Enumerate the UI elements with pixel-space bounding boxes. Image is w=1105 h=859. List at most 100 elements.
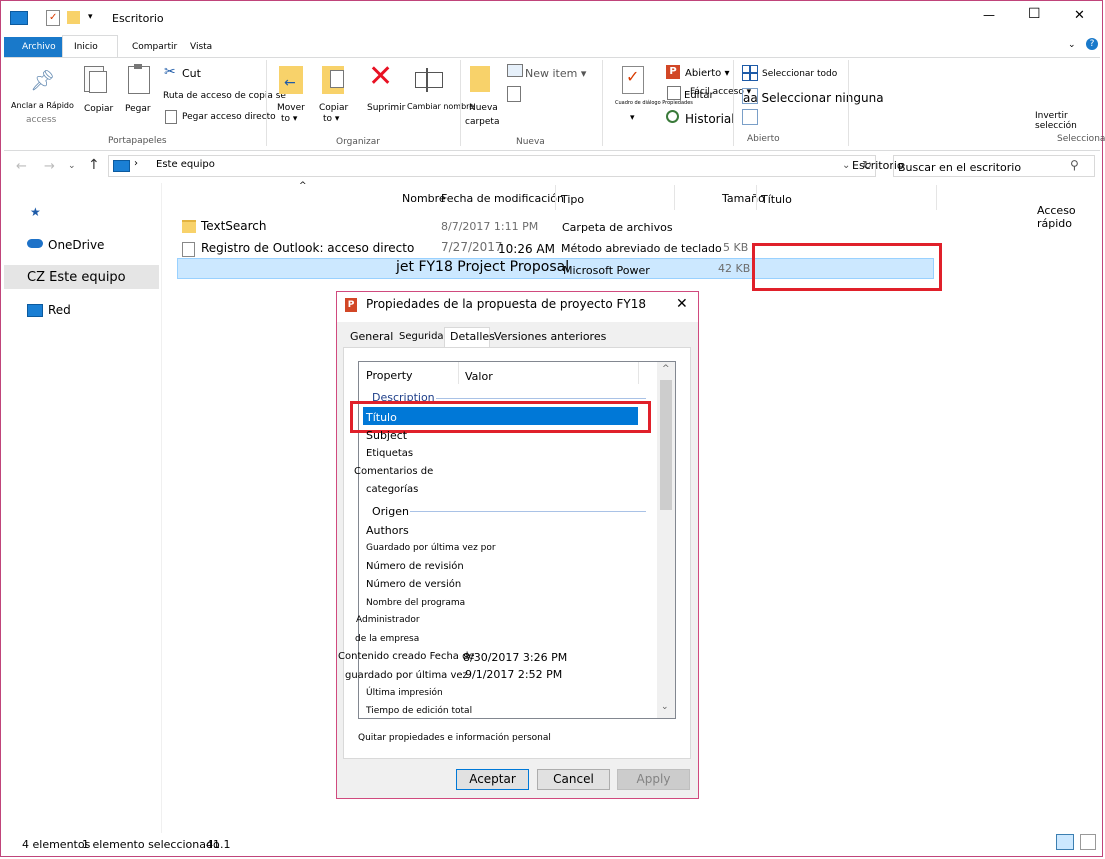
file-name[interactable]: TextSearch <box>201 219 267 233</box>
file-name[interactable]: jet FY18 Project Proposal <box>396 259 569 275</box>
property-name[interactable]: Etiquetas <box>366 448 413 459</box>
column-header-date[interactable]: Fecha de modificación <box>441 192 564 205</box>
properties-icon[interactable]: ✓ <box>622 66 644 94</box>
search-icon[interactable]: ⚲ <box>1070 158 1079 172</box>
dialog-close-button[interactable]: ✕ <box>676 296 688 312</box>
property-name[interactable]: Administrador <box>356 615 420 625</box>
pin-icon[interactable]: 📌︎ <box>30 68 55 92</box>
sidebar-item-network[interactable]: Red <box>48 303 71 317</box>
close-button[interactable]: ✕ <box>1074 8 1085 23</box>
invert-selection-icon[interactable] <box>742 109 758 125</box>
onedrive-icon[interactable] <box>27 239 43 248</box>
paste-shortcut-icon[interactable] <box>165 110 177 124</box>
sidebar-item-this-pc[interactable]: CZ Este equipo <box>27 270 126 285</box>
invert-selection-button[interactable]: Invertir selección <box>1035 111 1105 131</box>
copy-icon[interactable] <box>84 66 107 93</box>
delete-label[interactable]: Suprimir <box>367 103 405 113</box>
copy-to-icon[interactable] <box>322 66 344 94</box>
scroll-up-icon[interactable]: ^ <box>662 364 670 374</box>
cancel-button[interactable]: Cancel <box>537 769 610 790</box>
property-name[interactable]: Última impresión <box>366 688 443 698</box>
help-icon[interactable]: ? <box>1086 38 1098 50</box>
select-none-button[interactable]: aa Seleccionar ninguna <box>743 91 884 105</box>
open-button[interactable]: Abierto ▾ <box>685 68 729 79</box>
up-button[interactable]: ↑ <box>88 157 100 173</box>
column-header-type[interactable]: Tipo <box>561 193 584 206</box>
cut-button[interactable]: Cut <box>182 67 201 80</box>
new-item-button[interactable]: New item ▾ <box>525 67 586 80</box>
breadcrumb-path[interactable]: Este equipo <box>156 159 215 170</box>
property-name[interactable]: Número de revisión <box>366 561 464 572</box>
address-bar[interactable] <box>108 155 876 177</box>
search-input[interactable]: Buscar en el escritorio <box>898 161 1021 174</box>
property-name[interactable]: Guardado por última vez por <box>366 543 496 553</box>
recent-dropdown[interactable]: ⌄ <box>68 161 76 171</box>
copy-path-button[interactable]: Ruta de acceso de copia se <box>163 91 286 101</box>
property-name[interactable]: categorías <box>366 484 418 495</box>
sidebar-item-onedrive[interactable]: OneDrive <box>48 238 104 252</box>
select-all-button[interactable]: Seleccionar todo <box>762 69 837 79</box>
network-icon[interactable] <box>27 304 43 317</box>
history-button[interactable]: Historial <box>685 112 735 126</box>
large-icons-view-icon[interactable] <box>1080 834 1096 850</box>
property-name[interactable]: Comentarios de <box>354 466 433 477</box>
column-header-name[interactable]: Nombre <box>402 192 446 205</box>
quick-access-star-icon[interactable]: ★ <box>30 205 41 219</box>
select-all-icon[interactable] <box>742 65 758 81</box>
delete-icon[interactable]: ✕ <box>368 62 393 92</box>
quick-access-label[interactable]: Acceso rápido <box>1037 204 1105 230</box>
ok-button[interactable]: Aceptar <box>456 769 529 790</box>
pin-label[interactable]: Anclar a Rápido <box>11 101 74 110</box>
tab-general[interactable]: General <box>346 330 397 348</box>
cut-icon[interactable]: ✂ <box>164 64 176 80</box>
paste-shortcut-button[interactable]: Pegar acceso directo <box>182 112 276 122</box>
tab-compartir[interactable]: Compartir <box>132 42 177 52</box>
column-header-title[interactable]: Título <box>761 193 792 206</box>
powerpoint-icon[interactable]: P <box>666 65 680 79</box>
copy-to-label[interactable]: Copiar <box>319 103 348 113</box>
ribbon-collapse-icon[interactable]: ⌄ <box>1068 40 1076 50</box>
property-name[interactable]: Nombre del programa <box>366 598 465 608</box>
new-item-icon[interactable] <box>507 64 523 77</box>
address-dropdown-icon[interactable]: ⌄ <box>842 160 850 171</box>
move-to-icon[interactable]: ← <box>279 66 303 94</box>
property-name[interactable]: de la empresa <box>355 634 419 644</box>
property-name[interactable]: guardado por última vez <box>345 670 468 681</box>
property-name[interactable]: Authors <box>366 524 409 537</box>
properties-quick-icon[interactable]: ✓ <box>46 10 60 26</box>
easy-access-icon[interactable] <box>507 86 521 102</box>
history-icon[interactable] <box>666 110 679 123</box>
paste-button-label[interactable]: Pegar <box>125 104 151 114</box>
maximize-button[interactable]: ☐ <box>1028 6 1041 22</box>
scrollbar-thumb[interactable] <box>660 380 672 510</box>
customize-quick-icon[interactable]: ▾ <box>88 12 93 22</box>
breadcrumb-chevron-icon[interactable]: › <box>134 158 138 169</box>
column-header-property[interactable]: Property <box>366 369 413 382</box>
column-header-size[interactable]: Tamaño <box>722 192 765 205</box>
tab-vista[interactable]: Vista <box>190 42 212 52</box>
edit-icon[interactable] <box>667 86 681 100</box>
minimize-button[interactable]: — <box>983 8 995 22</box>
property-name[interactable]: Contenido creado Fecha de <box>338 651 475 662</box>
column-header-value[interactable]: Valor <box>465 370 493 383</box>
paste-icon[interactable] <box>128 64 150 94</box>
properties-dropdown-icon[interactable]: ▾ <box>630 113 635 123</box>
back-button[interactable]: ← <box>16 159 27 174</box>
rename-label[interactable]: Cambiar nombre <box>407 102 474 111</box>
property-name[interactable]: Subject <box>366 429 407 442</box>
rename-icon[interactable] <box>415 68 443 92</box>
forward-button[interactable]: → <box>44 159 55 174</box>
apply-button[interactable]: Apply <box>617 769 690 790</box>
new-folder-icon[interactable] <box>470 66 490 92</box>
property-name[interactable]: Número de versión <box>366 579 461 590</box>
details-view-icon[interactable] <box>1056 834 1074 850</box>
new-folder-label[interactable]: Nueva <box>469 103 498 113</box>
remove-properties-link[interactable]: Quitar propiedades e información persona… <box>358 733 551 743</box>
property-name[interactable]: Tiempo de edición total <box>366 706 472 716</box>
copy-button-label[interactable]: Copiar <box>84 104 113 114</box>
scroll-down-icon[interactable]: ⌄ <box>661 702 669 712</box>
file-name[interactable]: Registro de Outlook: acceso directo <box>201 241 414 255</box>
tab-previous-versions[interactable]: Versiones anteriores <box>490 330 610 348</box>
folder-quick-icon[interactable] <box>67 11 80 24</box>
move-to-label[interactable]: Mover <box>277 103 305 113</box>
